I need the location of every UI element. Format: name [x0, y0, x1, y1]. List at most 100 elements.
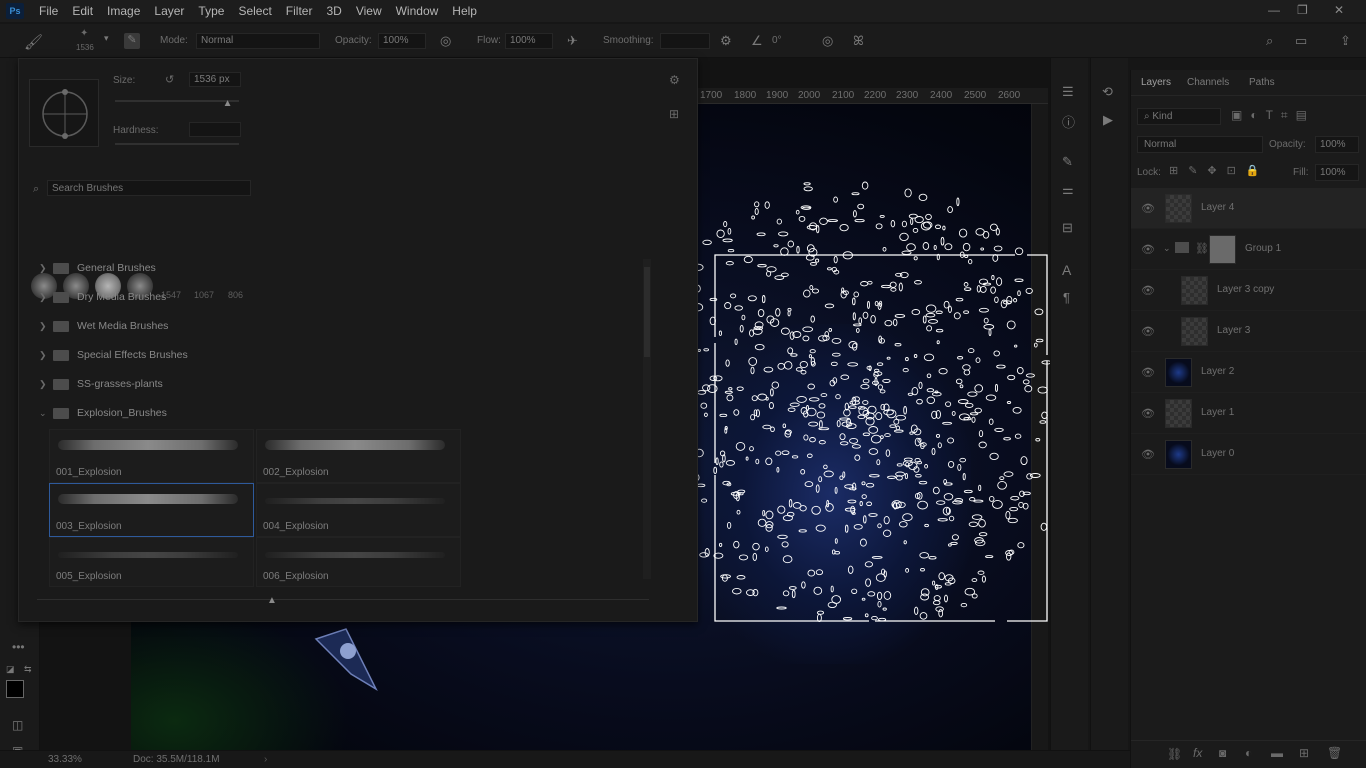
- layer-name[interactable]: Layer 4: [1201, 202, 1234, 213]
- brush-settings-icon[interactable]: ✎: [1062, 154, 1073, 170]
- layer-name[interactable]: Layer 1: [1201, 407, 1234, 418]
- folder-explosion-brushes[interactable]: ⌄ Explosion_Brushes: [39, 402, 649, 424]
- brush-preset[interactable]: 005_Explosion: [49, 537, 254, 587]
- default-colors-icon[interactable]: ◪: [6, 664, 15, 675]
- quick-mask-icon[interactable]: ◫: [12, 718, 23, 732]
- swap-colors-icon[interactable]: ⇆: [24, 664, 32, 675]
- chevron-down-icon[interactable]: ⌄: [1163, 243, 1171, 254]
- fx-icon[interactable]: fx: [1193, 746, 1202, 760]
- visibility-eye-icon[interactable]: 👁: [1141, 284, 1155, 297]
- brush-preset-selected[interactable]: 003_Explosion: [49, 483, 254, 537]
- reset-size-icon[interactable]: ↺: [165, 73, 174, 86]
- properties-icon[interactable]: ☰: [1062, 84, 1074, 100]
- brush-preset[interactable]: 002_Explosion: [256, 429, 461, 483]
- hardness-field[interactable]: [189, 122, 241, 137]
- layer-name[interactable]: Layer 3: [1217, 325, 1250, 336]
- brush-tool-icon[interactable]: 🖌: [24, 33, 43, 51]
- add-mask-icon[interactable]: ◙: [1219, 746, 1226, 760]
- brush-preset-picker[interactable]: ✦ 1536: [74, 28, 98, 54]
- link-icon[interactable]: ⛓: [1195, 242, 1209, 255]
- folder-dry-media-brushes[interactable]: ❯ Dry Media Brushes: [39, 286, 649, 308]
- brush-list-scrollbar[interactable]: [643, 259, 651, 579]
- angle-field[interactable]: 0°: [772, 35, 782, 46]
- visibility-eye-icon[interactable]: 👁: [1141, 202, 1155, 215]
- layer-row[interactable]: 👁 Layer 4: [1131, 188, 1366, 229]
- restore-button[interactable]: ❐: [1297, 3, 1308, 17]
- menu-edit[interactable]: Edit: [65, 4, 100, 18]
- group-row[interactable]: 👁 ⌄ ⛓ Group 1: [1131, 229, 1366, 270]
- layer-filter-icons[interactable]: ▣◐T⌗▤: [1231, 108, 1315, 123]
- layer-name[interactable]: Group 1: [1245, 243, 1281, 254]
- scrollbar-thumb[interactable]: [644, 267, 650, 357]
- brush-angle-preview[interactable]: [29, 79, 99, 147]
- play-actions-icon[interactable]: ▶: [1103, 112, 1113, 128]
- preview-size-slider-track[interactable]: [37, 599, 649, 600]
- more-tools-icon[interactable]: •••: [12, 640, 25, 654]
- blend-mode-select[interactable]: Normal: [1137, 136, 1263, 153]
- visibility-eye-icon[interactable]: 👁: [1141, 407, 1155, 420]
- workspace-icon[interactable]: ▭: [1295, 33, 1307, 49]
- visibility-eye-icon[interactable]: 👁: [1141, 325, 1155, 338]
- brush-preset[interactable]: 004_Explosion: [256, 483, 461, 537]
- menu-filter[interactable]: Filter: [279, 4, 320, 18]
- hardness-slider-track[interactable]: [115, 143, 239, 145]
- menu-3d[interactable]: 3D: [319, 4, 348, 18]
- visibility-eye-icon[interactable]: 👁: [1141, 366, 1155, 379]
- gear-icon[interactable]: ⚙: [720, 33, 732, 49]
- close-button[interactable]: ✕: [1334, 3, 1344, 17]
- history-icon[interactable]: ⟲: [1102, 84, 1113, 100]
- layer-name[interactable]: Layer 3 copy: [1217, 284, 1274, 295]
- foreground-color-swatch[interactable]: [6, 680, 24, 698]
- brush-preset[interactable]: 006_Explosion: [256, 537, 461, 587]
- info-icon[interactable]: ⓘ: [1062, 112, 1075, 131]
- minimize-button[interactable]: —: [1268, 3, 1280, 17]
- preview-size-slider-thumb[interactable]: ▲: [267, 595, 277, 606]
- new-group-icon[interactable]: ▬: [1271, 746, 1283, 760]
- menu-file[interactable]: File: [32, 4, 65, 18]
- layer-row[interactable]: 👁 Layer 2: [1131, 352, 1366, 393]
- layer-name[interactable]: Layer 0: [1201, 448, 1234, 459]
- chevron-down-icon[interactable]: ▾: [104, 33, 109, 44]
- layer-row[interactable]: 👁 Layer 3: [1131, 311, 1366, 352]
- menu-help[interactable]: Help: [445, 4, 484, 18]
- clone-source-icon[interactable]: ⊟: [1062, 220, 1073, 236]
- menu-layer[interactable]: Layer: [147, 4, 191, 18]
- link-layers-icon[interactable]: ⛓: [1167, 747, 1182, 761]
- layer-row[interactable]: 👁 Layer 3 copy: [1131, 270, 1366, 311]
- visibility-eye-icon[interactable]: 👁: [1141, 243, 1155, 256]
- smoothing-field[interactable]: [660, 33, 710, 49]
- fill-field[interactable]: 100%: [1315, 164, 1359, 181]
- tab-channels[interactable]: Channels: [1187, 77, 1229, 88]
- pressure-size-icon[interactable]: ◎: [822, 33, 833, 49]
- zoom-level[interactable]: 33.33%: [48, 754, 82, 765]
- folder-ss-grasses-plants[interactable]: ❯ SS-grasses-plants: [39, 373, 649, 395]
- brush-preset[interactable]: 001_Explosion: [49, 429, 254, 483]
- size-field[interactable]: 1536 px: [189, 72, 241, 87]
- folder-wet-media-brushes[interactable]: ❯ Wet Media Brushes: [39, 315, 649, 337]
- search-brushes-input[interactable]: [47, 180, 251, 196]
- panel-gear-icon[interactable]: ⚙: [669, 73, 680, 87]
- pressure-opacity-icon[interactable]: ◎: [440, 33, 451, 49]
- tab-paths[interactable]: Paths: [1249, 77, 1275, 88]
- search-icon[interactable]: ⌕: [1266, 33, 1273, 49]
- layer-opacity-field[interactable]: 100%: [1315, 136, 1359, 153]
- menu-image[interactable]: Image: [100, 4, 147, 18]
- trash-icon[interactable]: 🗑: [1327, 746, 1342, 760]
- layer-row[interactable]: 👁 Layer 0: [1131, 434, 1366, 475]
- menu-select[interactable]: Select: [231, 4, 278, 18]
- size-slider-track[interactable]: [115, 100, 239, 102]
- visibility-eye-icon[interactable]: 👁: [1141, 448, 1155, 461]
- adjustment-layer-icon[interactable]: ◐: [1245, 746, 1252, 760]
- tab-layers[interactable]: Layers: [1141, 77, 1171, 88]
- paragraph-icon[interactable]: ¶: [1063, 290, 1070, 305]
- size-slider-thumb[interactable]: ▲: [223, 98, 233, 109]
- folder-general-brushes[interactable]: ❯ General Brushes: [39, 257, 649, 279]
- layer-row[interactable]: 👁 Layer 1: [1131, 393, 1366, 434]
- menu-type[interactable]: Type: [191, 4, 231, 18]
- lock-icons[interactable]: ⊞✎✥⊡🔒: [1169, 164, 1270, 177]
- mode-select[interactable]: Normal: [196, 33, 320, 49]
- layer-name[interactable]: Layer 2: [1201, 366, 1234, 377]
- adjustments-icon[interactable]: ⚌: [1062, 182, 1074, 198]
- filter-kind-select[interactable]: ⌕ Kind: [1137, 108, 1221, 125]
- flow-field[interactable]: 100%: [505, 33, 553, 49]
